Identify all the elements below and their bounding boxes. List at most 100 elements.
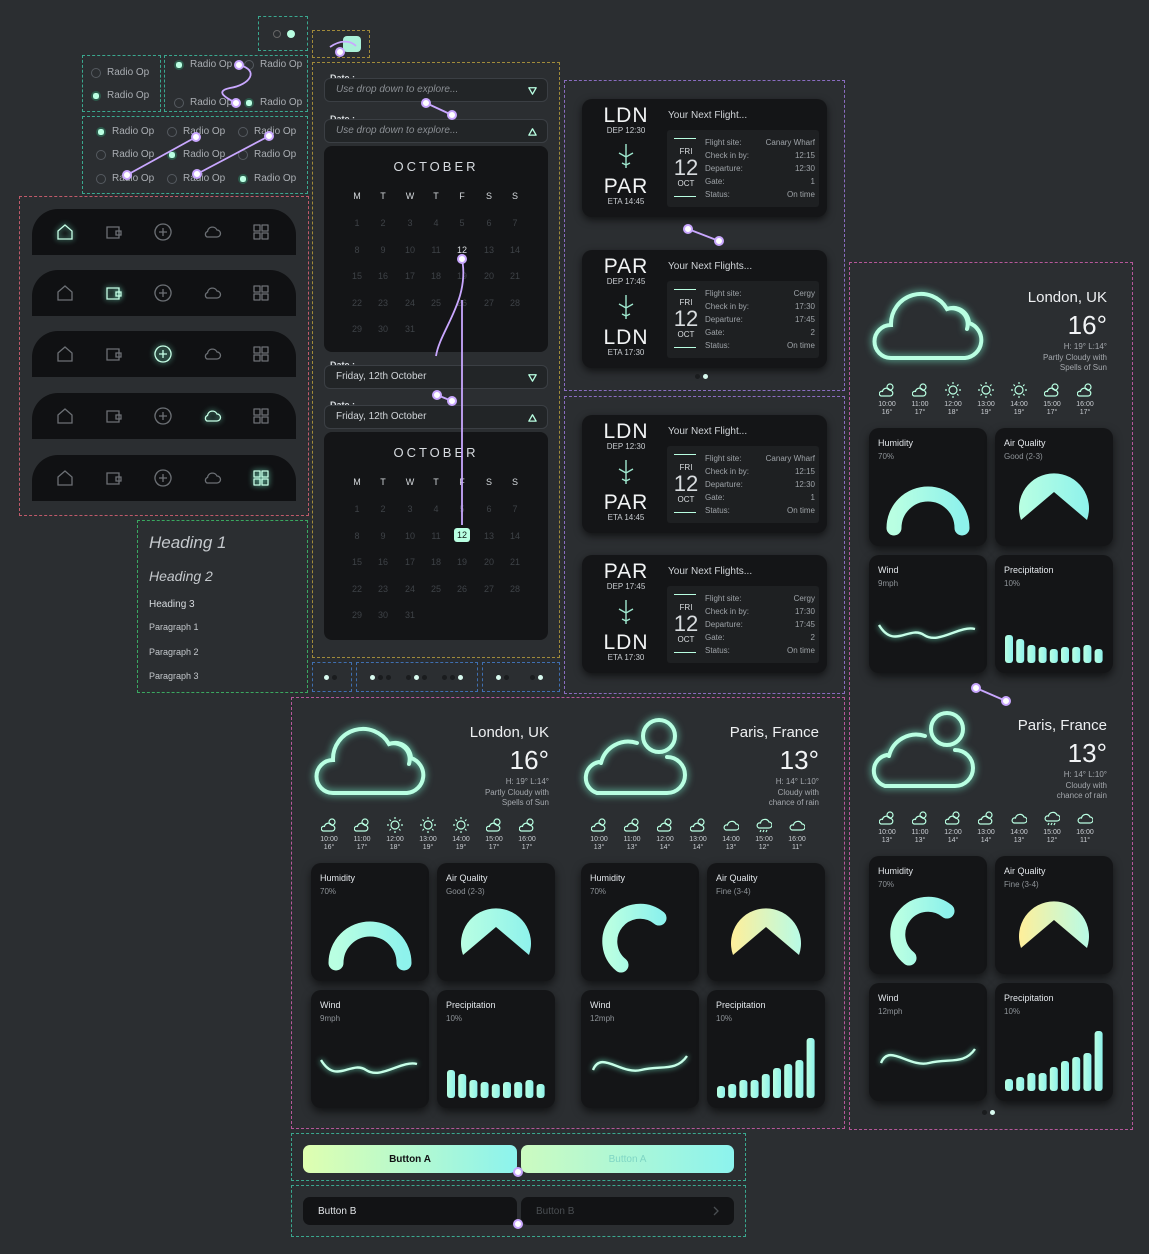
calendar-day[interactable]: 5 bbox=[454, 504, 470, 514]
radio-option[interactable]: Radio Op bbox=[238, 126, 296, 137]
date-dropdown-open[interactable]: Use drop down to explore... bbox=[324, 119, 548, 143]
wallet-icon[interactable] bbox=[104, 222, 124, 242]
calendar-day-selected[interactable]: 12 bbox=[454, 527, 470, 542]
wind-tile[interactable]: Wind 9mph bbox=[311, 990, 429, 1108]
date-dropdown-selected[interactable]: Friday, 12th October bbox=[324, 365, 548, 389]
calendar-day[interactable]: 14 bbox=[507, 531, 523, 541]
radio-circle[interactable] bbox=[91, 90, 101, 101]
radio-circle[interactable] bbox=[238, 173, 248, 184]
calendar-day[interactable]: 4 bbox=[428, 504, 444, 514]
home-icon[interactable] bbox=[55, 283, 75, 303]
home-icon[interactable] bbox=[55, 406, 75, 426]
dot[interactable] bbox=[386, 675, 391, 680]
dot[interactable] bbox=[414, 675, 419, 680]
calendar-day[interactable]: 23 bbox=[375, 298, 391, 308]
calendar-day[interactable]: 18 bbox=[428, 271, 444, 281]
radio-option[interactable]: Radio Op bbox=[96, 173, 154, 184]
flight-card[interactable]: PAR DEP 17:45 LDN ETA 17:30 Your Next Flight… bbox=[582, 555, 827, 673]
calendar-day[interactable]: 26 bbox=[454, 298, 470, 308]
calendar-day[interactable]: 23 bbox=[375, 584, 391, 594]
radio-circle[interactable] bbox=[96, 149, 106, 160]
calendar-day[interactable]: 10 bbox=[402, 531, 418, 541]
calendar-day[interactable]: 11 bbox=[428, 245, 444, 255]
calendar-day[interactable]: 7 bbox=[507, 504, 523, 514]
flight-card[interactable]: LDN DEP 12:30 PAR ETA 14:45 Your Next Flight… bbox=[582, 415, 827, 533]
radio-option[interactable]: Radio Op bbox=[91, 67, 149, 78]
calendar-day[interactable]: 3 bbox=[402, 218, 418, 228]
calendar-day[interactable]: 31 bbox=[402, 610, 418, 620]
calendar-day[interactable]: 2 bbox=[375, 218, 391, 228]
precipitation-tile[interactable]: Precipitation 10% bbox=[707, 990, 825, 1108]
add-icon[interactable] bbox=[153, 222, 173, 242]
flight-pager[interactable] bbox=[695, 374, 708, 379]
cloud-icon[interactable] bbox=[202, 344, 222, 364]
humidity-tile[interactable]: Humidity 70% bbox=[869, 856, 987, 974]
radio-option[interactable]: Radio Op bbox=[174, 97, 232, 108]
button-a-hover[interactable]: Button A bbox=[521, 1145, 734, 1173]
calendar-day[interactable]: 6 bbox=[481, 218, 497, 228]
calendar-day[interactable]: 20 bbox=[481, 557, 497, 567]
dot[interactable] bbox=[695, 374, 700, 379]
calendar-day[interactable]: 19 bbox=[454, 271, 470, 281]
calendar-day[interactable]: 20 bbox=[481, 271, 497, 281]
calendar-day[interactable]: 14 bbox=[507, 245, 523, 255]
date-dropdown-selected-open[interactable]: Friday, 12th October bbox=[324, 405, 548, 429]
calendar-day[interactable]: 28 bbox=[507, 298, 523, 308]
calendar-day[interactable]: 19 bbox=[454, 557, 470, 567]
dot[interactable] bbox=[332, 675, 337, 680]
grid-icon[interactable] bbox=[251, 344, 271, 364]
grid-icon[interactable] bbox=[251, 468, 271, 488]
wallet-icon[interactable] bbox=[104, 468, 124, 488]
calendar-day-selected[interactable]: 12 bbox=[454, 245, 470, 255]
calendar-day[interactable]: 2 bbox=[375, 504, 391, 514]
dot[interactable] bbox=[370, 675, 375, 680]
calendar-day[interactable]: 22 bbox=[349, 298, 365, 308]
dot[interactable] bbox=[496, 675, 501, 680]
dot[interactable] bbox=[530, 675, 535, 680]
dot[interactable] bbox=[450, 675, 455, 680]
calendar-day[interactable]: 28 bbox=[507, 584, 523, 594]
radio-circle[interactable] bbox=[91, 67, 101, 78]
air_quality-tile[interactable]: Air Quality Fine (3-4) bbox=[707, 863, 825, 981]
calendar-day[interactable]: 27 bbox=[481, 584, 497, 594]
radio-option[interactable]: Radio Op bbox=[244, 59, 302, 70]
radio-option[interactable]: Radio Op bbox=[238, 173, 296, 184]
dot[interactable] bbox=[703, 374, 708, 379]
calendar-day[interactable]: 13 bbox=[481, 245, 497, 255]
precipitation-tile[interactable]: Precipitation 10% bbox=[437, 990, 555, 1108]
humidity-tile[interactable]: Humidity 70% bbox=[581, 863, 699, 981]
radio-circle[interactable] bbox=[174, 59, 184, 70]
dot[interactable] bbox=[406, 675, 411, 680]
pager-dots[interactable] bbox=[370, 675, 391, 680]
dot[interactable] bbox=[990, 1110, 995, 1115]
radio-circle[interactable] bbox=[167, 173, 177, 184]
calendar-day[interactable]: 29 bbox=[349, 324, 365, 334]
flight-card[interactable]: LDN DEP 12:30 PAR ETA 14:45 Your Next Flight… bbox=[582, 99, 827, 217]
add-icon[interactable] bbox=[153, 344, 173, 364]
humidity-tile[interactable]: Humidity 70% bbox=[311, 863, 429, 981]
calendar-day[interactable]: 9 bbox=[375, 245, 391, 255]
calendar-day[interactable]: 17 bbox=[402, 557, 418, 567]
add-icon[interactable] bbox=[153, 283, 173, 303]
radio-circle[interactable] bbox=[167, 126, 177, 137]
dot[interactable] bbox=[422, 675, 427, 680]
add-icon[interactable] bbox=[153, 406, 173, 426]
date-dropdown-closed[interactable]: Use drop down to explore... bbox=[324, 78, 548, 102]
calendar-day[interactable]: 6 bbox=[481, 504, 497, 514]
calendar-day[interactable]: 1 bbox=[349, 504, 365, 514]
calendar-day[interactable]: 26 bbox=[454, 584, 470, 594]
wallet-icon[interactable] bbox=[104, 283, 124, 303]
radio-option[interactable]: Radio Op bbox=[96, 149, 154, 160]
dot[interactable] bbox=[982, 1110, 987, 1115]
button-b[interactable]: Button B bbox=[303, 1197, 517, 1225]
calendar-day[interactable]: 30 bbox=[375, 324, 391, 334]
calendar-day[interactable]: 8 bbox=[349, 531, 365, 541]
calendar-day[interactable]: 13 bbox=[481, 531, 497, 541]
calendar-day[interactable]: 4 bbox=[428, 218, 444, 228]
home-icon[interactable] bbox=[55, 468, 75, 488]
cloud-icon[interactable] bbox=[202, 222, 222, 242]
calendar-day[interactable]: 15 bbox=[349, 557, 365, 567]
button-a[interactable]: Button A bbox=[303, 1145, 517, 1173]
radio-circle[interactable] bbox=[167, 149, 177, 160]
radio-circle[interactable] bbox=[96, 173, 106, 184]
